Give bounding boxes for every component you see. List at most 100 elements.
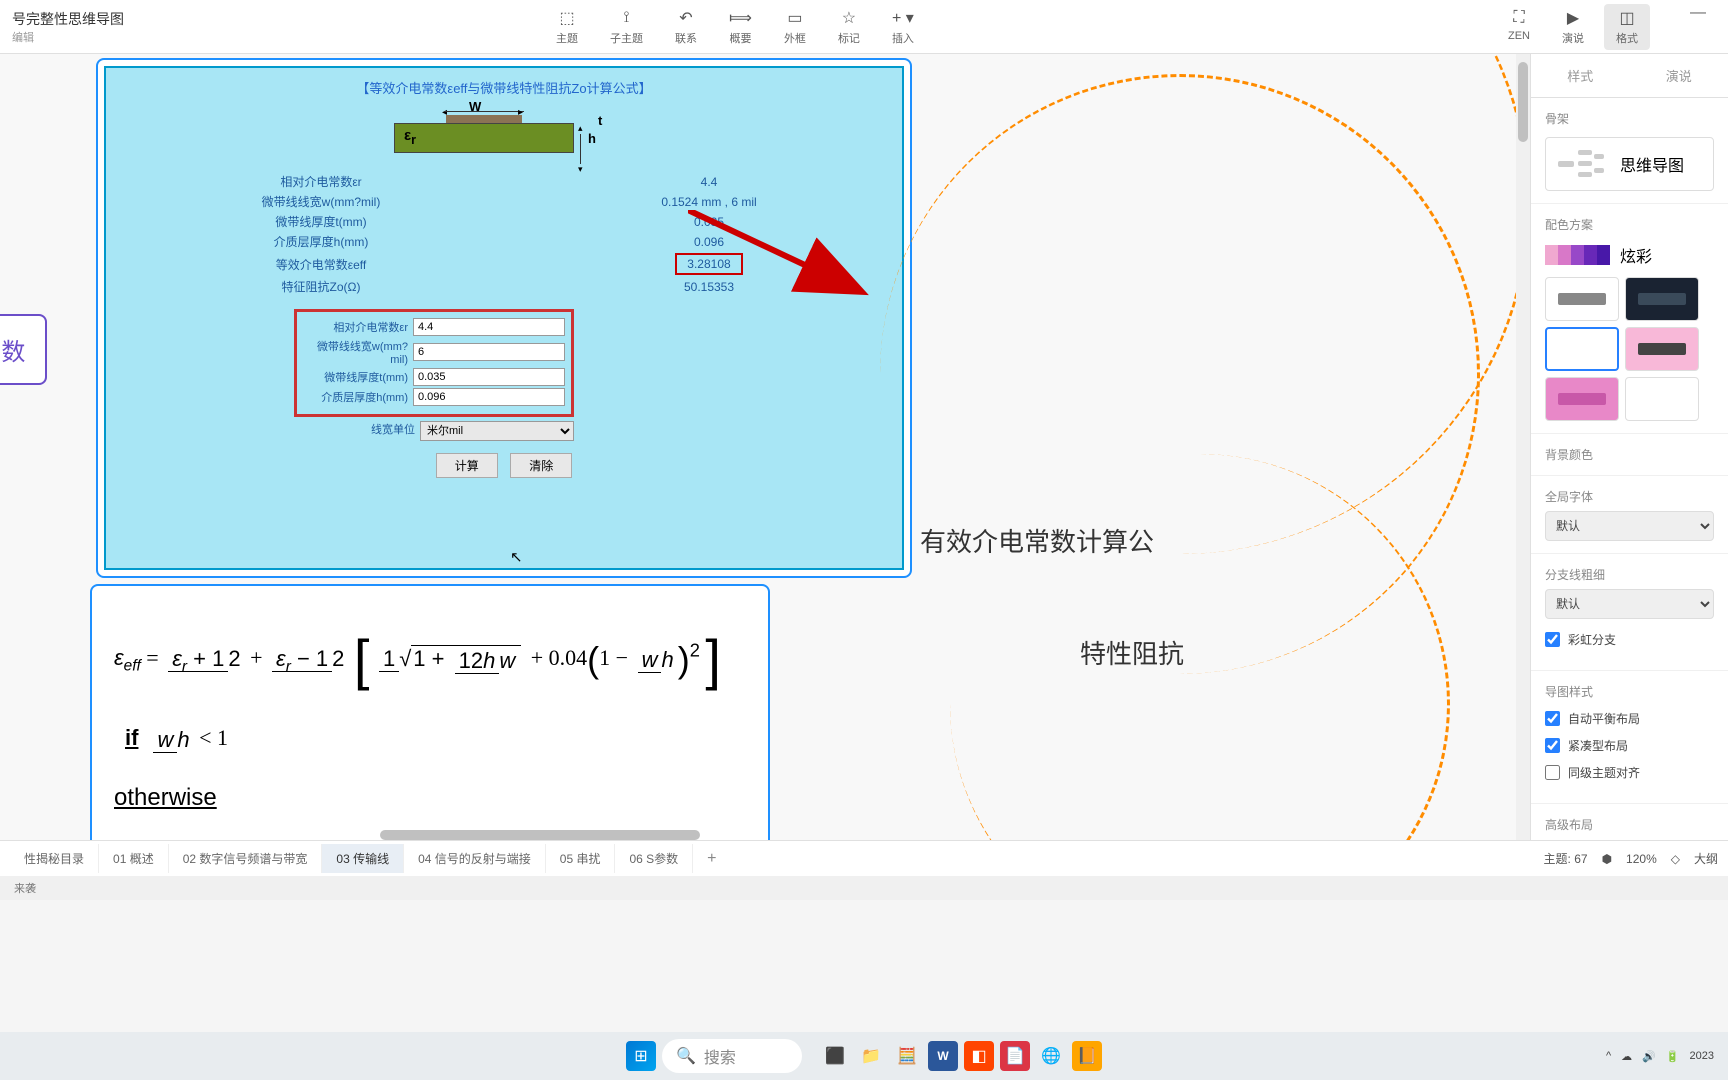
sheet-tabs-bar: 性揭秘目录 01 概述 02 数字信号频谱与带宽 03 传输线 04 信号的反射… [0,840,1728,876]
add-sheet-button[interactable]: + [693,844,730,874]
wifi-icon[interactable]: 🔊 [1642,1050,1656,1063]
titlebar: 号完整性思维导图 编辑 ⬚主题 ⟟子主题 ↶联系 ⟾概要 ▭外框 ☆标记 + ▾… [0,0,1728,54]
relation-button[interactable]: ↶联系 [663,4,709,50]
node-constant[interactable]: l常数 [0,314,47,385]
tab-present[interactable]: 演说 [1630,54,1728,97]
node-eeff-formula[interactable]: 有效介电常数计算公 [920,522,1154,559]
frame-icon: ▭ [787,8,802,28]
relation-icon: ↶ [679,8,692,28]
sheet-tab[interactable]: 性揭秘目录 [10,844,99,873]
input-h[interactable] [413,388,565,406]
chevron-up-icon[interactable]: ^ [1606,1050,1611,1062]
theme-blue[interactable] [1545,327,1619,371]
zen-button[interactable]: ⛶ZEN [1496,4,1542,50]
heading-bg-color: 背景颜色 [1545,446,1714,463]
cloud-icon[interactable]: ☁ [1621,1050,1632,1063]
sheet-tab[interactable]: 05 串扰 [546,844,616,873]
input-t[interactable] [413,368,565,386]
skeleton-selector[interactable]: 思维导图 [1545,137,1714,191]
formula-card: εeff = εr + 12 + εr − 12 [ 1√1 + 12hw + … [90,584,770,840]
formula-otherwise: otherwise [114,774,746,822]
map-icon[interactable]: ⬢ [1602,852,1612,866]
theme-light[interactable] [1545,277,1619,321]
label-zo: 特征阻抗Zo(Ω) [116,278,526,295]
zoom-level[interactable]: 120% [1626,852,1657,866]
app2-icon[interactable]: 📙 [1072,1041,1102,1071]
document-subtitle: 编辑 [10,29,124,45]
taskbar-search[interactable]: 🔍搜索 [662,1039,802,1073]
theme-pink[interactable] [1625,327,1699,371]
outline-button[interactable]: 大纲 [1694,850,1718,867]
input-form: 相对介电常数εr 微带线线宽w(mm?mil) 微带线厚度t(mm) 介质层厚度… [294,309,574,417]
status-bar: 来袭 [0,876,1728,900]
branch-width-select[interactable]: 默认 [1545,589,1714,619]
battery-icon[interactable]: 🔋 [1666,1050,1680,1063]
input-er[interactable] [413,318,565,336]
label-eeff: 等效介电常数εeff [116,256,526,273]
label-t: 微带线厚度t(mm) [116,213,526,230]
heading-branch-width: 分支线粗细 [1545,566,1714,583]
zoom-chevron-icon[interactable]: ◇ [1671,852,1680,866]
unit-select[interactable]: 米尔mil [420,421,574,441]
sheet-tab[interactable]: 01 概述 [99,844,169,873]
insert-button[interactable]: + ▾插入 [880,4,926,50]
heading-advanced: 高级布局 [1545,816,1714,833]
rainbow-checkbox[interactable] [1545,632,1560,647]
explorer-icon[interactable]: 📁 [856,1041,886,1071]
sheet-tab[interactable]: 06 S参数 [615,844,693,873]
label-h: 介质层厚度h(mm) [116,233,526,250]
node-impedance[interactable]: 特性阻抗 [1080,634,1184,671]
heading-global-font: 全局字体 [1545,488,1714,505]
edge-icon[interactable]: 🌐 [1036,1041,1066,1071]
font-select[interactable]: 默认 [1545,511,1714,541]
format-button[interactable]: ◫格式 [1604,4,1650,50]
calculate-button[interactable]: 计算 [436,453,498,478]
format-icon: ◫ [1619,8,1634,28]
app-icon[interactable]: ◧ [964,1041,994,1071]
marker-button[interactable]: ☆标记 [826,4,872,50]
pdf-icon[interactable]: 📄 [1000,1041,1030,1071]
summary-button[interactable]: ⟾概要 [717,4,764,50]
outer-button[interactable]: ▭外框 [772,4,818,50]
theme-pink2[interactable] [1545,377,1619,421]
auto-balance-checkbox[interactable] [1545,711,1560,726]
clear-button[interactable]: 清除 [510,453,572,478]
vertical-scrollbar[interactable] [1516,54,1530,840]
heading-skeleton: 骨架 [1545,110,1714,127]
horizontal-scrollbar[interactable] [380,830,700,840]
zen-icon: ⛶ [1513,8,1524,28]
input-w[interactable] [413,343,565,361]
calculator-card: 【等效介电常数εeff与微带线特性阻抗Zo计算公式】 W ◂ ▸ εr t h … [96,58,912,578]
present-button[interactable]: ▶演说 [1550,4,1596,50]
system-tray[interactable]: ^ ☁ 🔊 🔋 2023 [1606,1050,1714,1063]
theme-other[interactable] [1625,377,1699,421]
plus-icon: + ▾ [892,8,914,28]
tree-icon [1558,150,1606,178]
same-level-checkbox[interactable] [1545,765,1560,780]
calc-title: 【等效介电常数εeff与微带线特性阻抗Zo计算公式】 [116,78,892,97]
label-er: 相对介电常数εr [116,173,526,190]
start-button[interactable]: ⊞ [626,1041,656,1071]
star-icon: ☆ [842,8,856,28]
word-icon[interactable]: W [928,1041,958,1071]
calculator-icon[interactable]: 🧮 [892,1041,922,1071]
sheet-tab[interactable]: 02 数字信号频谱与带宽 [169,844,323,873]
main-topic-button[interactable]: ⬚主题 [544,4,590,50]
compact-checkbox[interactable] [1545,738,1560,753]
format-panel: 样式 演说 骨架 思维导图 配色方案 [1530,54,1728,840]
task-view-icon[interactable]: ⬛ [820,1041,850,1071]
theme-dark[interactable] [1625,277,1699,321]
sub-topic-button[interactable]: ⟟子主题 [598,4,655,50]
mindmap-canvas[interactable]: l常数 【等效介电常数εeff与微带线特性阻抗Zo计算公式】 W ◂ ▸ εr … [0,54,1530,840]
sheet-tab[interactable]: 04 信号的反射与端接 [404,844,546,873]
microstrip-diagram: W ◂ ▸ εr t h ▴▾ [394,105,614,159]
sheet-tab-active[interactable]: 03 传输线 [322,844,404,873]
minimize-button[interactable]: — [1678,4,1718,50]
windows-taskbar: ⊞ 🔍搜索 ⬛ 📁 🧮 W ◧ 📄 🌐 📙 ^ ☁ 🔊 🔋 2023 [0,1032,1728,1080]
play-icon: ▶ [1567,8,1579,28]
search-icon: 🔍 [676,1046,696,1066]
topic-count: 主题: 67 [1544,850,1588,867]
topic-icon: ⬚ [559,8,574,28]
label-w: 微带线线宽w(mm?mil) [116,193,526,210]
tab-style[interactable]: 样式 [1531,54,1630,97]
